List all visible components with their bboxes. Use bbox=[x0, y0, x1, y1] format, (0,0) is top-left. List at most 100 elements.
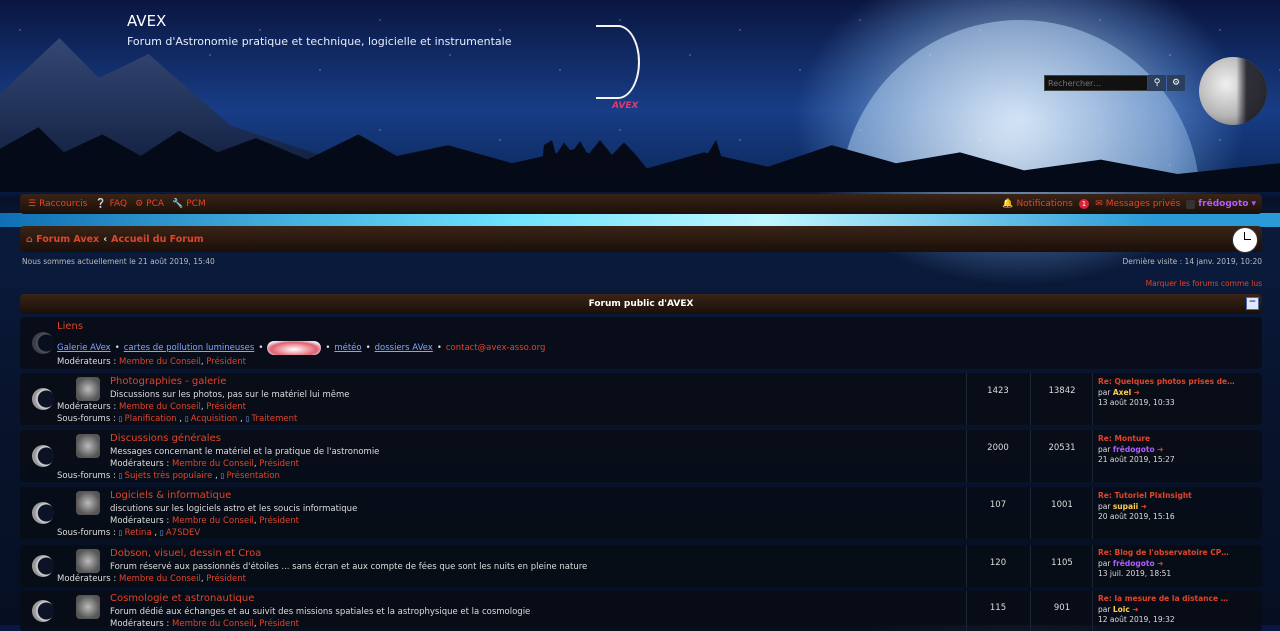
forum-title[interactable]: Discussions générales bbox=[110, 433, 221, 444]
column-divider bbox=[1030, 373, 1031, 425]
last-post: Re: Tutoriel PixInsight par supaii ➜ 20 … bbox=[1098, 491, 1192, 521]
column-divider bbox=[966, 373, 967, 425]
mark-forums-read-link[interactable]: Marquer les forums comme lus bbox=[1146, 279, 1262, 288]
forum-title[interactable]: Logiciels & informatique bbox=[110, 490, 231, 501]
subforum-link[interactable]: A7SDEV bbox=[160, 528, 200, 538]
topics-count: 2000 bbox=[987, 443, 1009, 453]
telescope-icon bbox=[76, 434, 100, 458]
notifications-count-badge: 1 bbox=[1078, 199, 1090, 209]
user-menu[interactable]: frêdogoto ▾ bbox=[1186, 199, 1256, 209]
forum-title[interactable]: Liens bbox=[57, 321, 83, 332]
link-pollution-map[interactable]: cartes de pollution lumineuses bbox=[124, 343, 255, 353]
subforum-link[interactable]: Sujets très populaire bbox=[119, 471, 213, 481]
category-header: Forum public d'AVEX − bbox=[20, 294, 1262, 314]
site-logo-text[interactable]: AVEX bbox=[612, 101, 638, 111]
moderator-link[interactable]: Président bbox=[259, 619, 299, 629]
search-input[interactable] bbox=[1044, 75, 1148, 91]
inbox-icon: ✉ bbox=[1095, 199, 1103, 209]
posts-count: 1001 bbox=[1051, 500, 1073, 510]
moderator-link[interactable]: Membre du Conseil bbox=[119, 574, 201, 584]
wrench-icon: 🔧 bbox=[172, 199, 184, 209]
breadcrumb-home[interactable]: ⌂ Forum Avex bbox=[26, 234, 99, 245]
last-post-author[interactable]: frêdogoto bbox=[1113, 445, 1155, 454]
topics-count: 120 bbox=[989, 558, 1007, 568]
last-post-date: 20 août 2019, 15:16 bbox=[1098, 512, 1175, 521]
home-icon: ⌂ bbox=[26, 233, 33, 245]
subforum-link[interactable]: Traitement bbox=[245, 414, 297, 424]
moderator-link[interactable]: Membre du Conseil bbox=[172, 516, 254, 526]
moderator-link[interactable]: Président bbox=[259, 459, 299, 469]
posts-count: 13842 bbox=[1048, 386, 1076, 396]
column-divider bbox=[966, 545, 967, 587]
search-button[interactable]: ⚲ bbox=[1148, 75, 1166, 91]
last-post-author[interactable]: supaii bbox=[1113, 502, 1138, 511]
forum-title[interactable]: Cosmologie et astronautique bbox=[110, 593, 254, 604]
last-visit: Dernière visite : 14 janv. 2019, 10:20 bbox=[1122, 257, 1262, 266]
moderator-link[interactable]: Membre du Conseil bbox=[119, 402, 201, 412]
faq-link[interactable]: ❔ FAQ bbox=[95, 199, 127, 209]
topics-count: 115 bbox=[989, 603, 1007, 613]
subforum-link[interactable]: Retina bbox=[119, 528, 152, 538]
moderator-link[interactable]: Président bbox=[206, 357, 246, 367]
moderator-link[interactable]: Membre du Conseil bbox=[172, 459, 254, 469]
moderator-link[interactable]: Membre du Conseil bbox=[119, 357, 201, 367]
weather-cloud-image[interactable] bbox=[267, 341, 322, 355]
clock-icon bbox=[1232, 227, 1258, 253]
forum-description: Forum dédié aux échanges et au suivit de… bbox=[110, 607, 531, 617]
column-divider bbox=[1092, 430, 1093, 482]
pcm-link[interactable]: 🔧 PCM bbox=[172, 199, 206, 209]
last-post-title[interactable]: Re: Monture bbox=[1098, 434, 1175, 445]
moderator-link[interactable]: Membre du Conseil bbox=[172, 619, 254, 629]
go-to-post-icon[interactable]: ➜ bbox=[1132, 605, 1138, 614]
bullet: • bbox=[258, 343, 264, 353]
galaxy-icon bbox=[76, 595, 100, 619]
last-post-title[interactable]: Re: la mesure de la distance … bbox=[1098, 594, 1228, 605]
forum-read-icon bbox=[32, 600, 54, 622]
topics-count: 107 bbox=[989, 500, 1007, 510]
moderator-link[interactable]: Président bbox=[259, 516, 299, 526]
subforum-link[interactable]: Acquisition bbox=[185, 414, 238, 424]
category-title[interactable]: Forum public d'AVEX bbox=[589, 299, 694, 309]
site-title[interactable]: AVEX bbox=[127, 12, 166, 30]
site-logo-arc[interactable] bbox=[596, 25, 640, 99]
link-dossiers[interactable]: dossiers AVex bbox=[375, 343, 433, 353]
posts-count: 1105 bbox=[1051, 558, 1073, 568]
forum-title[interactable]: Photographies - galerie bbox=[110, 376, 226, 387]
pca-link[interactable]: ⚙ PCA bbox=[135, 199, 164, 209]
column-divider bbox=[1030, 487, 1031, 539]
moderator-link[interactable]: Président bbox=[206, 574, 246, 584]
go-to-post-icon[interactable]: ➜ bbox=[1157, 559, 1163, 568]
contact-email-link[interactable]: contact@avex-asso.org bbox=[446, 343, 546, 353]
go-to-post-icon[interactable]: ➜ bbox=[1157, 445, 1163, 454]
last-post-title[interactable]: Re: Quelques photos prises de… bbox=[1098, 377, 1235, 388]
notifications-link[interactable]: 🔔 Notifications 1 bbox=[1002, 199, 1090, 209]
link-meteo[interactable]: météo bbox=[334, 343, 361, 353]
private-messages-link[interactable]: ✉ Messages privés bbox=[1095, 199, 1180, 209]
search-box: ⚲ ⚙ bbox=[1044, 75, 1185, 91]
last-post-date: 13 août 2019, 10:33 bbox=[1098, 398, 1175, 407]
subforums-line: Sous-forums : Planification , Acquisitio… bbox=[57, 414, 297, 424]
forum-title[interactable]: Dobson, visuel, dessin et Croa bbox=[110, 548, 261, 559]
last-post-author[interactable]: frêdogoto bbox=[1113, 559, 1155, 568]
last-post-author[interactable]: Axel bbox=[1113, 388, 1131, 397]
last-post-title[interactable]: Re: Blog de l'observatoire CP… bbox=[1098, 548, 1229, 559]
link-galerie[interactable]: Galerie AVex bbox=[57, 343, 111, 353]
shortcuts-menu[interactable]: ☰ Raccourcis bbox=[28, 199, 87, 209]
posts-count: 20531 bbox=[1048, 443, 1076, 453]
breadcrumb-current[interactable]: Accueil du Forum bbox=[111, 234, 204, 245]
go-to-post-icon[interactable]: ➜ bbox=[1134, 388, 1140, 397]
posts-count: 901 bbox=[1053, 603, 1071, 613]
forum-row-links: Liens Galerie AVex • cartes de pollution … bbox=[20, 317, 1262, 369]
subforum-link[interactable]: Planification bbox=[119, 414, 177, 424]
last-post-author[interactable]: Loic bbox=[1113, 605, 1130, 614]
column-divider bbox=[1030, 430, 1031, 482]
column-divider bbox=[1030, 591, 1031, 631]
forum-row: Photographies - galerie Discussions sur … bbox=[20, 373, 1262, 425]
advanced-search-button[interactable]: ⚙ bbox=[1167, 75, 1185, 91]
collapse-button[interactable]: − bbox=[1246, 297, 1259, 310]
subforum-link[interactable]: Présentation bbox=[220, 471, 279, 481]
last-post-title[interactable]: Re: Tutoriel PixInsight bbox=[1098, 491, 1192, 502]
go-to-post-icon[interactable]: ➜ bbox=[1141, 502, 1147, 511]
forum-row: Dobson, visuel, dessin et Croa Forum rés… bbox=[20, 545, 1262, 587]
moderator-link[interactable]: Président bbox=[206, 402, 246, 412]
